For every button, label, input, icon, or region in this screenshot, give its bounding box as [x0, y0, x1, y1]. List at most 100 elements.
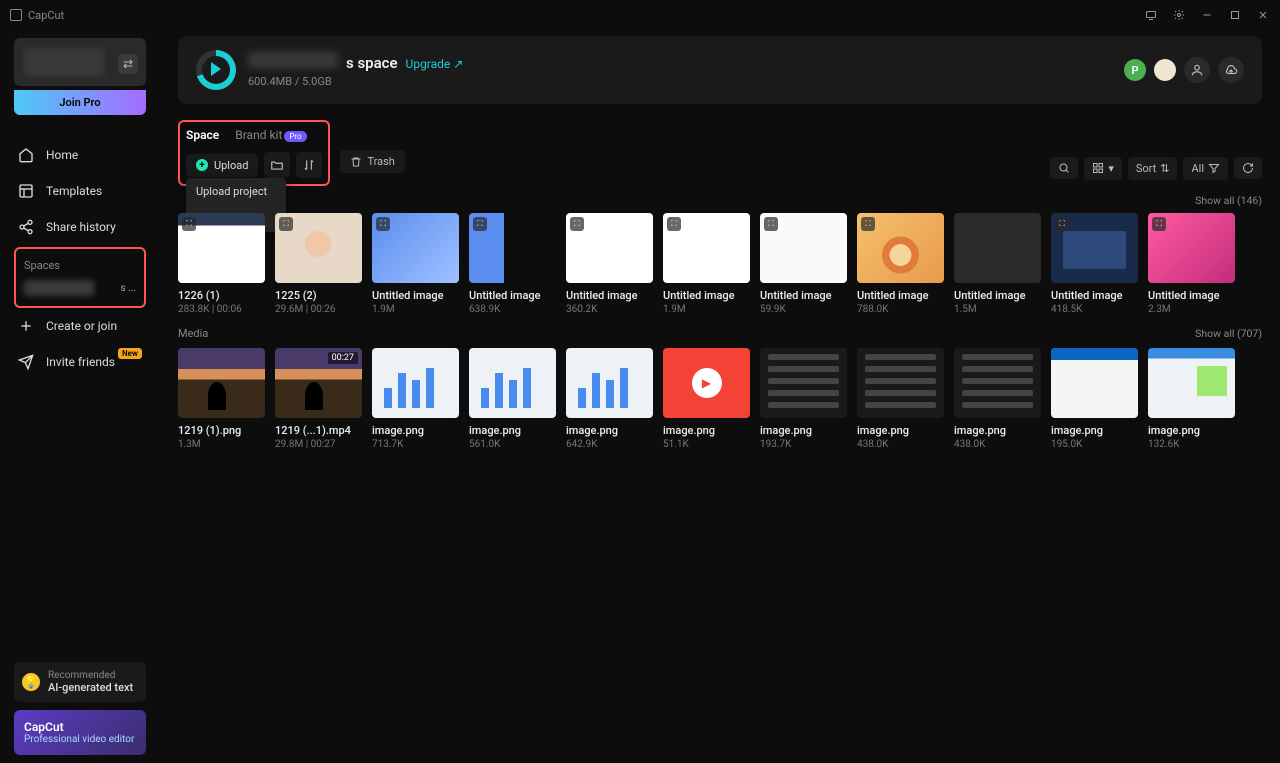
media-card[interactable]: image.png132.6K — [1148, 348, 1235, 450]
media-card[interactable]: 00:271219 (...1).mp429.8M | 00:27 — [275, 348, 362, 450]
thumbnail[interactable] — [954, 348, 1041, 418]
card-title: 1219 (...1).mp4 — [275, 424, 362, 437]
nav-create-or-join[interactable]: Create or join — [14, 308, 146, 344]
lock-badge-icon: ⛶ — [279, 217, 293, 231]
window-minimize-icon[interactable] — [1200, 8, 1214, 22]
sort-button[interactable]: Sort ⇅ — [1128, 157, 1178, 180]
media-card[interactable]: ⛶Untitled image788.0K — [857, 213, 944, 315]
thumbnail[interactable] — [760, 348, 847, 418]
nav-invite-friends[interactable]: Invite friends New — [14, 344, 146, 380]
media-card[interactable]: Untitled image1.5M — [954, 213, 1041, 315]
space-item[interactable]: s ... — [20, 276, 140, 300]
members-button[interactable] — [1184, 57, 1210, 83]
thumbnail[interactable] — [372, 348, 459, 418]
media-card[interactable]: image.png438.0K — [857, 348, 944, 450]
thumbnail[interactable]: 00:27 — [275, 348, 362, 418]
new-badge: New — [118, 348, 142, 359]
thumbnail[interactable]: ▶ — [663, 348, 750, 418]
thumbnail[interactable]: ⛶ — [1051, 213, 1138, 283]
card-title: Untitled image — [1051, 289, 1138, 302]
thumbnail[interactable] — [178, 348, 265, 418]
thumbnail[interactable] — [469, 348, 556, 418]
card-title: 1226 (1) — [178, 289, 265, 302]
lock-badge-icon: ⛶ — [667, 217, 681, 231]
card-title: Untitled image — [954, 289, 1041, 302]
recommended-box[interactable]: 💡 Recommended AI-generated text — [14, 662, 146, 702]
rec-label: Recommended — [48, 670, 133, 681]
media-card[interactable]: ⛶Untitled image638.9K — [469, 213, 556, 315]
thumbnail[interactable]: ⛶ — [760, 213, 847, 283]
thumbnail[interactable] — [857, 348, 944, 418]
card-meta: 642.9K — [566, 439, 653, 450]
media-card[interactable]: 1219 (1).png1.3M — [178, 348, 265, 450]
sort-dir-button[interactable] — [296, 152, 322, 178]
profile-box[interactable]: ⇄ — [14, 38, 146, 86]
feedback-icon[interactable] — [1144, 8, 1158, 22]
upload-project-option[interactable]: Upload project — [186, 178, 286, 205]
media-card[interactable]: image.png195.0K — [1051, 348, 1138, 450]
thumbnail[interactable] — [1148, 348, 1235, 418]
thumbnail[interactable]: ⛶ — [275, 213, 362, 283]
card-meta: 51.1K — [663, 439, 750, 450]
trash-icon — [350, 156, 362, 168]
card-title: image.png — [663, 424, 750, 437]
thumbnail[interactable]: ⛶ — [178, 213, 265, 283]
thumbnail[interactable]: ⛶ — [857, 213, 944, 283]
showall-top[interactable]: Show all (146) — [1195, 194, 1262, 207]
card-title: image.png — [857, 424, 944, 437]
media-card[interactable]: ⛶Untitled image2.3M — [1148, 213, 1235, 315]
tab-brand-kit[interactable]: Brand kitPro — [235, 126, 306, 144]
media-card[interactable]: ▶ image.png 51.1K — [663, 348, 750, 450]
avatar-initial[interactable]: P — [1124, 59, 1146, 81]
card-meta: 1.9M — [372, 304, 459, 315]
showall-media[interactable]: Show all (707) — [1195, 327, 1262, 340]
media-card[interactable]: image.png193.7K — [760, 348, 847, 450]
avatar-user[interactable] — [1154, 59, 1176, 81]
media-card[interactable]: ⛶Untitled image59.9K — [760, 213, 847, 315]
window-maximize-icon[interactable] — [1228, 8, 1242, 22]
thumbnail[interactable]: ⛶ — [663, 213, 750, 283]
card-title: Untitled image — [760, 289, 847, 302]
tab-space[interactable]: Space — [186, 126, 219, 144]
filter-all-button[interactable]: All — [1183, 157, 1228, 180]
share-icon — [18, 219, 34, 235]
thumbnail[interactable] — [566, 348, 653, 418]
upgrade-link[interactable]: Upgrade ↗ — [406, 57, 464, 71]
swap-icon[interactable]: ⇄ — [118, 54, 138, 74]
thumbnail[interactable] — [1051, 348, 1138, 418]
settings-icon[interactable] — [1172, 8, 1186, 22]
media-card[interactable]: image.png561.0K — [469, 348, 556, 450]
search-button[interactable] — [1050, 157, 1078, 179]
folder-button[interactable] — [264, 152, 290, 178]
card-title: Untitled image — [469, 289, 556, 302]
thumbnail[interactable] — [954, 213, 1041, 283]
lock-badge-icon: ⛶ — [473, 217, 487, 231]
media-card[interactable]: image.png713.7K — [372, 348, 459, 450]
media-card[interactable]: ⛶ Untitled image 418.5K — [1051, 213, 1138, 315]
nav-share-history[interactable]: Share history — [14, 209, 146, 245]
media-card[interactable]: ⛶Untitled image1.9M — [663, 213, 750, 315]
media-card[interactable]: ⛶1226 (1)283.8K | 00:06 — [178, 213, 265, 315]
join-pro-button[interactable]: Join Pro — [14, 90, 146, 115]
thumbnail[interactable]: ⛶ — [1148, 213, 1235, 283]
thumbnail[interactable]: ⛶ — [372, 213, 459, 283]
nav-templates[interactable]: Templates — [14, 173, 146, 209]
grid-view-button[interactable]: ▾ — [1084, 157, 1122, 180]
thumbnail[interactable]: ⛶ — [566, 213, 653, 283]
thumbnail[interactable]: ⛶ — [469, 213, 556, 283]
window-close-icon[interactable] — [1256, 8, 1270, 22]
cloud-button[interactable] — [1218, 57, 1244, 83]
media-card[interactable]: image.png642.9K — [566, 348, 653, 450]
media-card[interactable]: image.png438.0K — [954, 348, 1041, 450]
card-meta: 788.0K — [857, 304, 944, 315]
card-meta: 418.5K — [1051, 304, 1138, 315]
media-card[interactable]: ⛶Untitled image1.9M — [372, 213, 459, 315]
space-logo — [196, 50, 236, 90]
trash-button[interactable]: Trash — [340, 150, 404, 173]
nav-home[interactable]: Home — [14, 137, 146, 173]
refresh-button[interactable] — [1234, 157, 1262, 179]
media-card[interactable]: ⛶Untitled image360.2K — [566, 213, 653, 315]
media-card[interactable]: ⛶1225 (2)29.6M | 00:26 — [275, 213, 362, 315]
upload-button[interactable]: + Upload — [186, 154, 258, 177]
promo-box[interactable]: CapCut Professional video editor — [14, 710, 146, 755]
